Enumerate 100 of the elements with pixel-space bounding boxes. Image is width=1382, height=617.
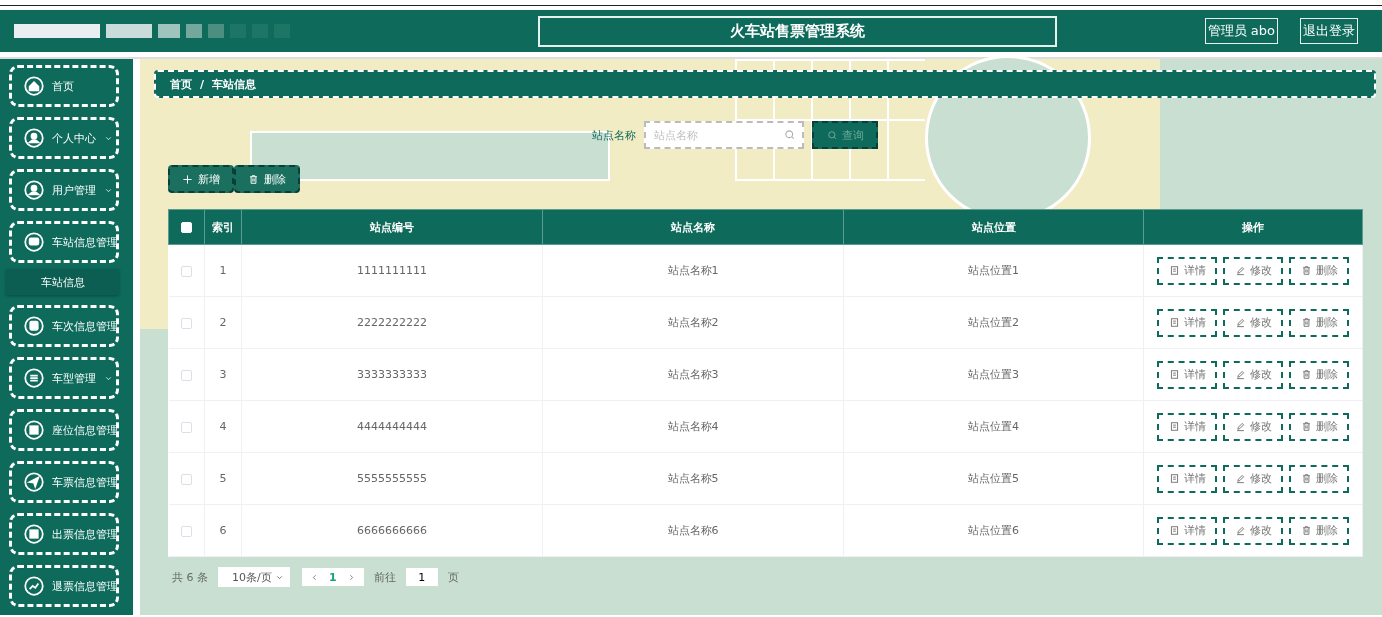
row-checkbox[interactable] <box>180 265 192 277</box>
column-header: 索引 <box>204 209 242 245</box>
logout-link[interactable]: 退出登录 <box>1300 18 1358 44</box>
row-action-button[interactable]: 修改 <box>1223 360 1283 389</box>
trash-icon <box>1300 369 1312 380</box>
goto-suffix: 页 <box>447 569 459 585</box>
add-button[interactable]: 新增 <box>168 165 234 193</box>
row-action-button[interactable]: 详情 <box>1157 516 1217 545</box>
document-icon <box>1168 369 1180 380</box>
row-action-button[interactable]: 修改 <box>1223 256 1283 285</box>
table-cell: 站点位置1 <box>843 244 1144 297</box>
page-size-select[interactable]: 10条/页 <box>218 567 290 587</box>
row-action-button[interactable]: 修改 <box>1223 412 1283 441</box>
pencil-icon <box>1234 525 1246 536</box>
logo-block <box>106 24 152 38</box>
breadcrumb-item[interactable]: 首页 <box>170 76 192 92</box>
row-action-button[interactable]: 删除 <box>1289 516 1349 545</box>
row-checkbox[interactable] <box>180 473 192 485</box>
row-action-button[interactable]: 详情 <box>1157 360 1217 389</box>
search-icon <box>826 129 838 141</box>
table-cell: 站点位置3 <box>843 348 1144 401</box>
table-cell: 6 <box>204 504 242 557</box>
column-header: 站点位置 <box>843 209 1144 245</box>
table-cell: 1 <box>204 244 242 297</box>
trash-icon <box>1300 421 1312 432</box>
trash-icon <box>1300 265 1312 276</box>
page-number[interactable]: 1 <box>329 570 337 584</box>
search-label: 站点名称 <box>592 127 636 143</box>
document-icon <box>1168 525 1180 536</box>
table-cell: 6666666666 <box>241 504 543 557</box>
search-icon <box>784 129 796 141</box>
row-action-button[interactable]: 删除 <box>1289 412 1349 441</box>
chart-icon <box>24 576 44 596</box>
logo-block <box>186 24 202 38</box>
row-action-button[interactable]: 详情 <box>1157 308 1217 337</box>
goto-page-field[interactable]: 1 <box>405 568 438 586</box>
table-cell: 站点位置4 <box>843 400 1144 453</box>
table-cell: 2222222222 <box>241 296 543 349</box>
send-icon <box>24 472 44 492</box>
table-cell: 3333333333 <box>241 348 543 401</box>
column-header: 站点编号 <box>241 209 543 245</box>
column-header: 操作 <box>1143 209 1363 245</box>
plus-icon <box>182 173 193 185</box>
row-action-button[interactable]: 详情 <box>1157 256 1217 285</box>
grid-icon <box>24 420 44 440</box>
user-icon <box>24 180 44 200</box>
menu-item[interactable]: 个人中心 <box>9 117 119 159</box>
bus-icon <box>24 316 44 336</box>
table-cell: 5 <box>204 452 242 505</box>
row-action-button[interactable]: 修改 <box>1223 464 1283 493</box>
row-action-button[interactable]: 删除 <box>1289 464 1349 493</box>
table-cell: 站点位置5 <box>843 452 1144 505</box>
search-field[interactable]: 站点名称 <box>644 121 804 149</box>
pencil-icon <box>1234 265 1246 276</box>
row-action-button[interactable]: 修改 <box>1223 516 1283 545</box>
logo-block <box>158 24 180 38</box>
home-icon <box>24 76 44 96</box>
table-cell: 4444444444 <box>241 400 543 453</box>
table-cell: 5555555555 <box>241 452 543 505</box>
row-action-button[interactable]: 修改 <box>1223 308 1283 337</box>
row-action-button[interactable]: 详情 <box>1157 464 1217 493</box>
row-action-button[interactable]: 详情 <box>1157 412 1217 441</box>
pencil-icon <box>1234 421 1246 432</box>
pencil-icon <box>1234 473 1246 484</box>
select-all-checkbox[interactable] <box>181 222 192 233</box>
breadcrumb-item[interactable]: 车站信息 <box>212 76 257 92</box>
document-icon <box>1168 473 1180 484</box>
row-checkbox[interactable] <box>180 421 192 433</box>
trash-icon <box>1300 525 1312 536</box>
table-cell: 4 <box>204 400 242 453</box>
breadcrumb-separator: / <box>200 77 205 91</box>
goto-label: 前往 <box>373 569 396 585</box>
row-action-button[interactable]: 删除 <box>1289 360 1349 389</box>
row-checkbox[interactable] <box>180 369 192 381</box>
table-cell: 站点名称5 <box>542 452 844 505</box>
row-action-button[interactable]: 删除 <box>1289 308 1349 337</box>
document-icon <box>1168 265 1180 276</box>
table-cell: 站点名称2 <box>542 296 844 349</box>
table-cell: 站点名称4 <box>542 400 844 453</box>
table-cell: 站点名称6 <box>542 504 844 557</box>
app-title: 火车站售票管理系统 <box>537 15 1057 47</box>
table-cell: 站点位置2 <box>843 296 1144 349</box>
list-icon <box>24 368 44 388</box>
table-cell: 3 <box>204 348 242 401</box>
menu-item[interactable]: 首页 <box>9 65 119 107</box>
submenu-item[interactable]: 车站信息 <box>6 269 119 295</box>
table-cell: 1111111111 <box>241 244 543 297</box>
table-cell: 站点名称1 <box>542 244 844 297</box>
user-icon <box>24 128 44 148</box>
trash-icon <box>1300 473 1312 484</box>
row-checkbox[interactable] <box>180 317 192 329</box>
menu-item[interactable]: 车型管理 <box>9 357 119 399</box>
row-action-button[interactable]: 删除 <box>1289 256 1349 285</box>
table-cell: 站点名称3 <box>542 348 844 401</box>
document-icon <box>1168 421 1180 432</box>
row-checkbox[interactable] <box>180 525 192 537</box>
delete-button[interactable]: 删除 <box>234 165 300 193</box>
total-count: 共 6 条 <box>172 569 208 585</box>
grid-icon <box>24 524 44 544</box>
menu-item[interactable]: 用户管理 <box>9 169 119 211</box>
